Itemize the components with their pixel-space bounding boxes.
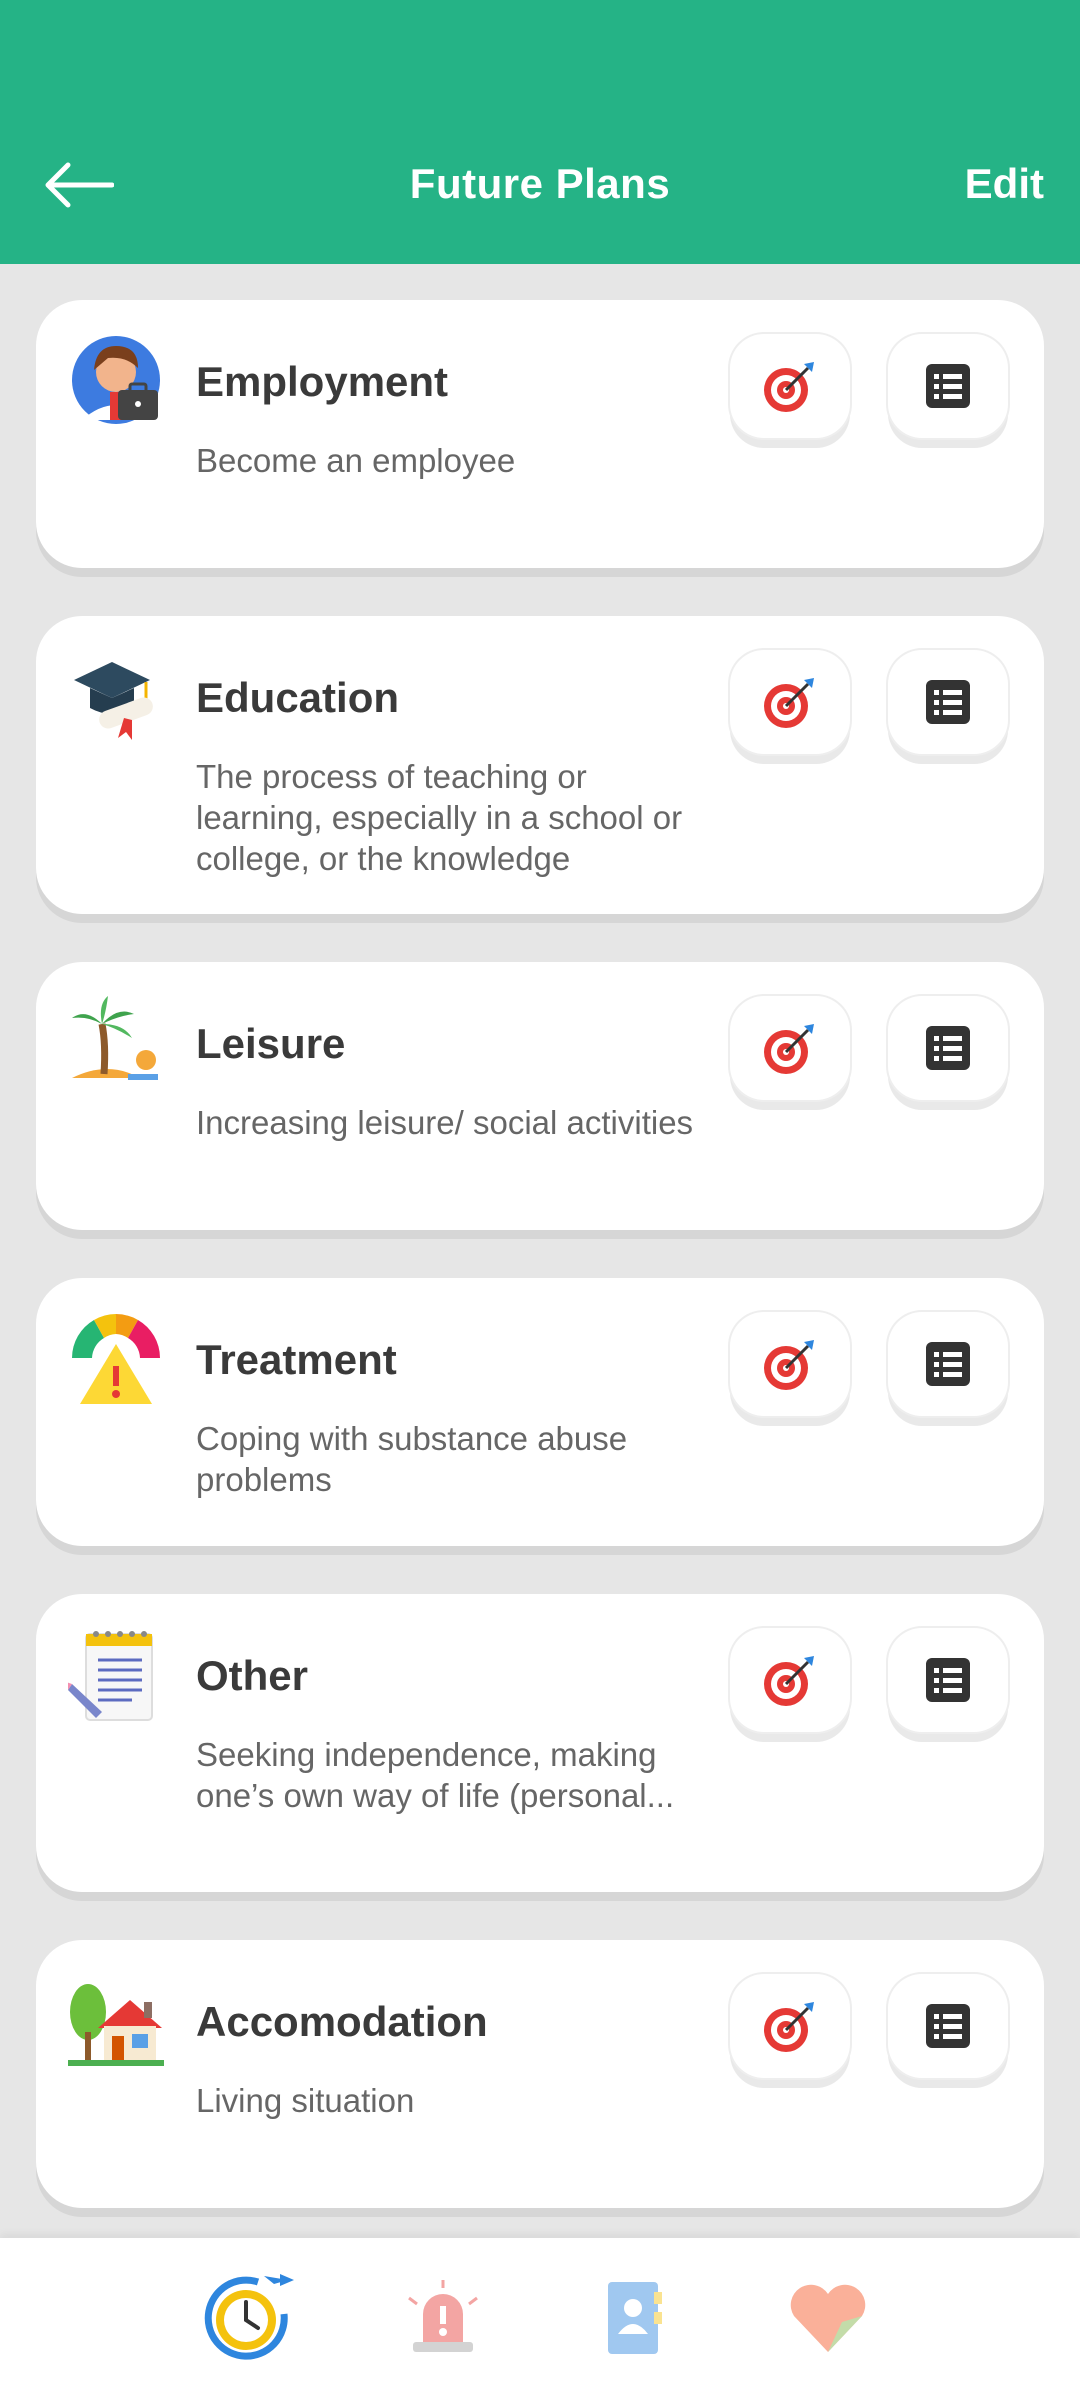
card-description: Seeking independence, making one’s own w… bbox=[196, 1736, 675, 1814]
card-description: Become an employee bbox=[196, 442, 516, 479]
target-icon bbox=[764, 2002, 814, 2052]
bottom-navigation bbox=[0, 2238, 1080, 2400]
card-title: Treatment bbox=[196, 1336, 397, 1383]
tab-alerts[interactable] bbox=[395, 2270, 491, 2366]
card-description: Coping with substance abuse problems bbox=[196, 1420, 628, 1498]
heart-icon bbox=[790, 2284, 866, 2352]
set-goal-button[interactable] bbox=[730, 996, 850, 1100]
alarm-siren-icon bbox=[408, 2280, 478, 2352]
graduation-cap-icon bbox=[68, 648, 164, 744]
target-icon bbox=[764, 1656, 814, 1706]
card-title: Leisure bbox=[196, 1020, 346, 1067]
house-icon bbox=[68, 1972, 164, 2068]
plan-card-leisure[interactable]: Leisure Increasing leisure/ social activ… bbox=[36, 962, 1044, 1230]
card-title: Other bbox=[196, 1652, 309, 1699]
palm-island-icon bbox=[68, 994, 164, 1090]
target-icon bbox=[764, 1340, 814, 1390]
list-icon bbox=[926, 2004, 970, 2048]
list-icon bbox=[926, 1342, 970, 1386]
tab-future-plans[interactable] bbox=[200, 2270, 296, 2366]
card-description: The process of teaching or learning, esp… bbox=[196, 758, 683, 877]
set-goal-button[interactable] bbox=[730, 1312, 850, 1416]
card-title: Accomodation bbox=[196, 1998, 488, 2045]
clock-progress-icon bbox=[204, 2274, 294, 2360]
warning-gauge-icon bbox=[68, 1310, 164, 1406]
view-list-button[interactable] bbox=[888, 650, 1008, 754]
app-header: Future Plans Edit bbox=[0, 0, 1080, 264]
list-icon bbox=[926, 1026, 970, 1070]
card-description: Increasing leisure/ social activities bbox=[196, 1104, 694, 1141]
set-goal-button[interactable] bbox=[730, 1628, 850, 1732]
tab-contacts[interactable] bbox=[586, 2270, 682, 2366]
view-list-button[interactable] bbox=[888, 996, 1008, 1100]
card-description: Living situation bbox=[196, 2082, 415, 2119]
plan-card-accomodation[interactable]: Accomodation Living situation bbox=[36, 1940, 1044, 2208]
notepad-icon bbox=[66, 1626, 164, 1722]
view-list-button[interactable] bbox=[888, 1974, 1008, 2078]
set-goal-button[interactable] bbox=[730, 334, 850, 438]
plan-card-treatment[interactable]: Treatment Coping with substance abuse pr… bbox=[36, 1278, 1044, 1546]
tab-wellbeing[interactable] bbox=[780, 2270, 876, 2366]
target-icon bbox=[764, 678, 814, 728]
contacts-book-icon bbox=[608, 2282, 662, 2354]
employee-icon bbox=[68, 332, 164, 428]
target-icon bbox=[764, 362, 814, 412]
view-list-button[interactable] bbox=[888, 334, 1008, 438]
edit-button[interactable]: Edit bbox=[965, 160, 1044, 208]
plan-card-education[interactable]: Education The process of teaching or lea… bbox=[36, 616, 1044, 914]
target-icon bbox=[764, 1024, 814, 1074]
view-list-button[interactable] bbox=[888, 1312, 1008, 1416]
list-icon bbox=[926, 1658, 970, 1702]
set-goal-button[interactable] bbox=[730, 650, 850, 754]
view-list-button[interactable] bbox=[888, 1628, 1008, 1732]
list-icon bbox=[926, 364, 970, 408]
set-goal-button[interactable] bbox=[730, 1974, 850, 2078]
list-icon bbox=[926, 680, 970, 724]
plan-card-employment[interactable]: Employment Become an employee bbox=[36, 300, 1044, 568]
card-title: Employment bbox=[196, 358, 449, 405]
plan-card-other[interactable]: Other Seeking independence, making one’s… bbox=[36, 1594, 1044, 1892]
page-title: Future Plans bbox=[409, 160, 671, 207]
card-title: Education bbox=[196, 674, 400, 721]
